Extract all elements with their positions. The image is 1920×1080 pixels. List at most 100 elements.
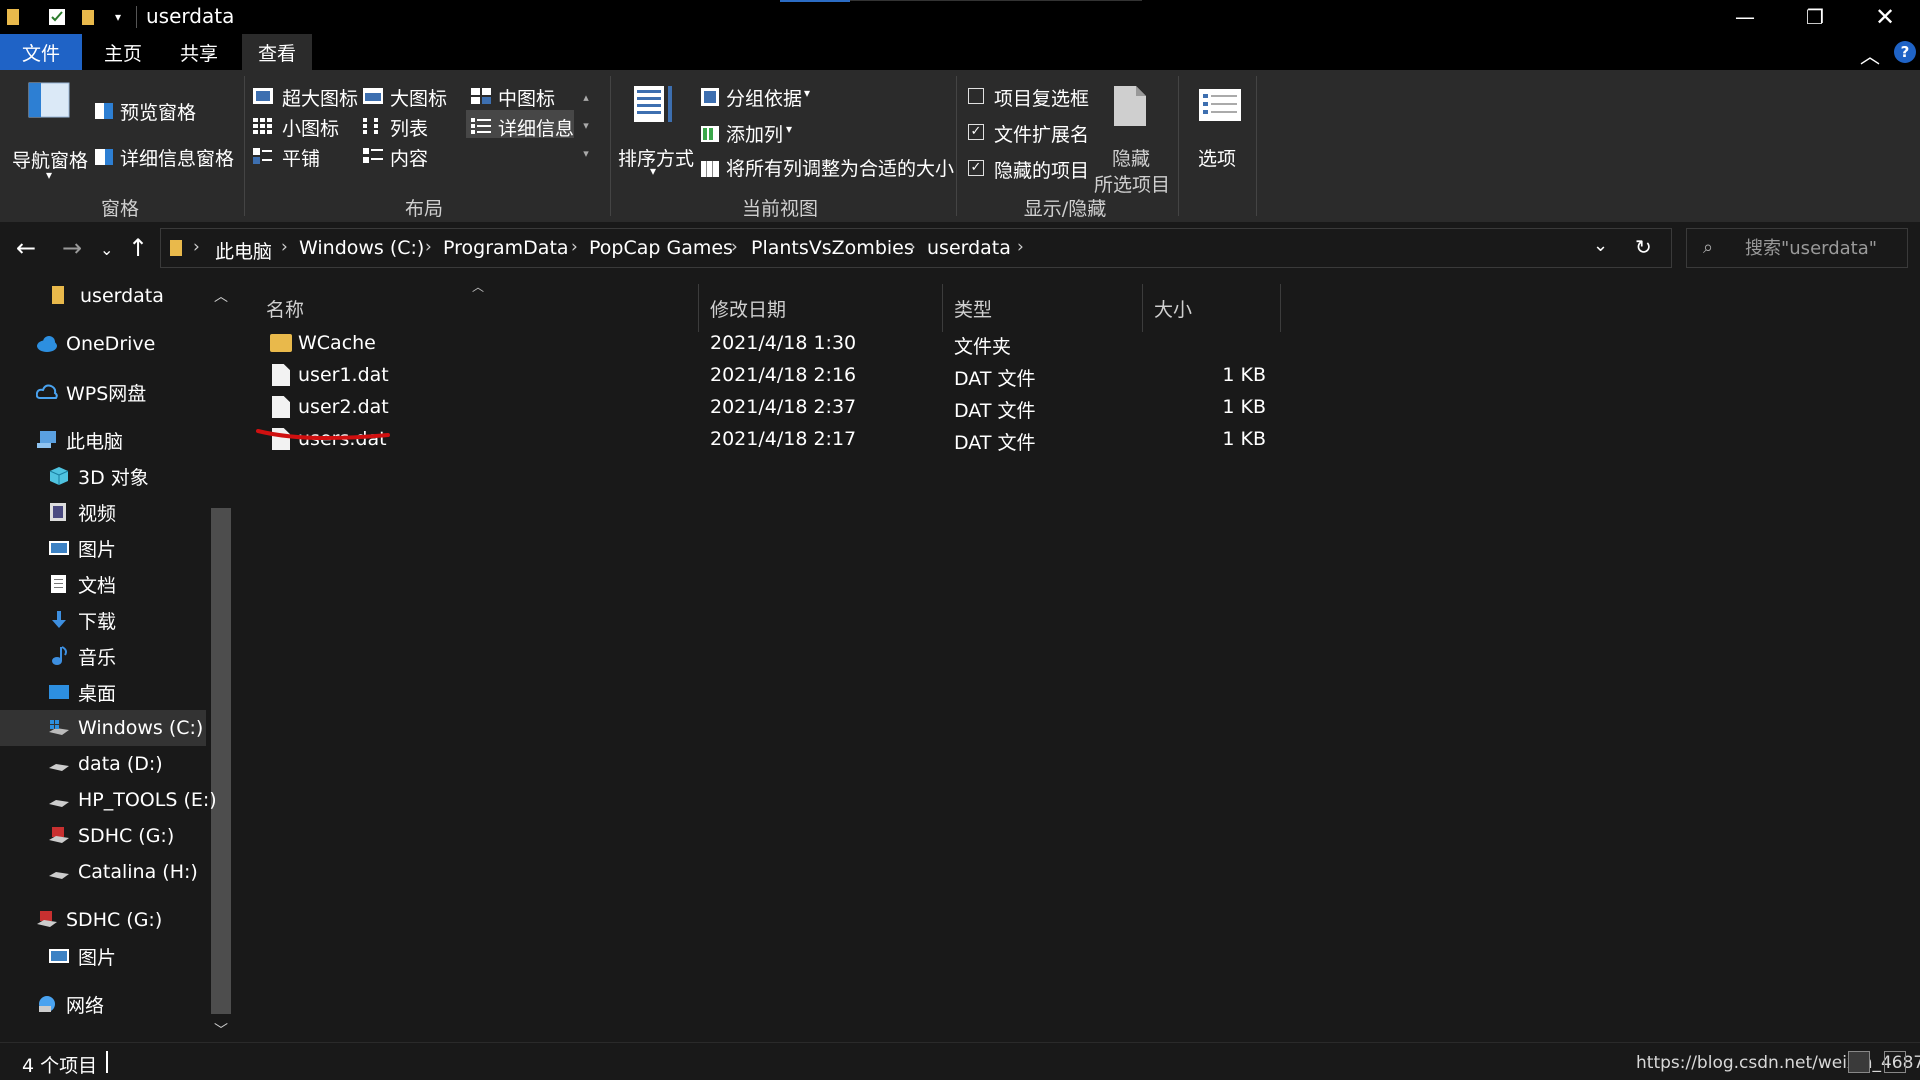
search-input[interactable] (1745, 235, 1895, 261)
sidebar-scroll-thumb[interactable] (211, 508, 231, 1014)
file-extensions-checkbox[interactable]: ✓ (968, 124, 984, 140)
sidebar-item-onedrive[interactable]: OneDrive (36, 326, 155, 362)
size-columns-button[interactable]: 将所有列调整为合适的大小 (700, 154, 954, 182)
sidebar-item-pictures[interactable]: 图片 (48, 530, 116, 566)
sidebar-item-music[interactable]: 音乐 (48, 638, 116, 674)
size-columns-label: 将所有列调整为合适的大小 (726, 158, 955, 180)
preview-pane-button[interactable]: 预览窗格 (94, 98, 234, 126)
small-icons-icon (253, 118, 272, 134)
sidebar-item-network[interactable]: 网络 (36, 986, 104, 1022)
sidebar-item-wps[interactable]: WPS网盘 (35, 374, 146, 410)
column-header-type[interactable]: 类型 (942, 290, 1142, 326)
sort-by-button[interactable]: 排序方式 ▾ (616, 82, 696, 182)
customize-quick-access-icon[interactable]: ▾ (108, 6, 128, 28)
help-icon[interactable]: ? (1894, 41, 1916, 63)
item-checkboxes-checkbox[interactable] (968, 88, 984, 104)
sidebar-item-sdhc-g[interactable]: SDHC (G:) (48, 818, 174, 854)
current-view-group-label: 当前视图 (741, 198, 818, 220)
hide-selected-button[interactable]: 隐藏 所选项目 (1092, 82, 1172, 196)
sidebar-item-userdata[interactable]: userdata (50, 278, 164, 314)
folder-icon (270, 334, 292, 352)
forward-icon[interactable]: → (62, 234, 82, 262)
layout-tiles[interactable]: 平铺 (252, 144, 342, 170)
sidebar-item-desktop[interactable]: 桌面 (48, 674, 116, 710)
scroll-up-icon[interactable]: ︿ (214, 286, 228, 306)
file-extensions-toggle[interactable]: ✓ 文件扩展名 (966, 120, 1096, 148)
sidebar-item-this-pc[interactable]: 此电脑 (36, 422, 123, 458)
back-icon[interactable]: ← (16, 234, 36, 262)
close-button[interactable]: ✕ (1850, 0, 1920, 34)
red-underline-annotation (256, 429, 390, 440)
hidden-items-checkbox[interactable]: ✓ (968, 160, 984, 176)
search-box[interactable]: ⌕ (1686, 228, 1908, 268)
restore-button[interactable]: ❐ (1780, 0, 1850, 34)
layout-extra-large[interactable]: 超大图标 (252, 84, 358, 110)
options-button[interactable]: 选项 (1186, 82, 1256, 182)
sidebar-item-documents[interactable]: 文档 (48, 566, 116, 602)
sidebar-item-data-d[interactable]: data (D:) (48, 746, 163, 782)
drive-icon (48, 862, 70, 882)
sidebar-item-sdhc-g-2[interactable]: SDHC (G:) (36, 902, 162, 938)
sidebar-item-catalina-h[interactable]: Catalina (H:) (48, 854, 198, 890)
column-header-date[interactable]: 修改日期 (698, 290, 942, 326)
column-header-size[interactable]: 大小 (1142, 290, 1252, 326)
new-folder-icon[interactable] (78, 6, 100, 28)
sidebar-item-pictures-2[interactable]: 图片 (48, 938, 116, 974)
layout-medium[interactable]: 中图标 (470, 84, 560, 110)
details-pane-button[interactable]: 详细信息窗格 (94, 144, 244, 172)
item-checkboxes-toggle[interactable]: 项目复选框 (966, 84, 1096, 112)
sidebar-item-3d-objects[interactable]: 3D 对象 (48, 458, 149, 494)
tab-home[interactable]: 主页 (90, 34, 156, 70)
layout-small[interactable]: 小图标 (252, 114, 352, 140)
layout-scroll[interactable]: ▴ ▾ ▾ (578, 84, 594, 174)
scroll-down-icon[interactable]: ﹀ (214, 1020, 228, 1040)
tab-view[interactable]: 查看 (242, 34, 312, 70)
ribbon: 导航窗格 ▾ 预览窗格 详细信息窗格 窗格 超大图标 大图标 中图标 小图标 列… (0, 70, 1920, 222)
details-view-icon[interactable] (1848, 1051, 1870, 1073)
column-divider[interactable] (1280, 284, 1281, 332)
breadcrumb-windows-c[interactable]: Windows (C:) (299, 237, 424, 259)
sidebar-item-downloads[interactable]: 下载 (48, 602, 116, 638)
file-type: DAT 文件 (954, 368, 1036, 390)
layout-list[interactable]: 列表 (362, 114, 452, 140)
table-row[interactable]: user2.dat 2021/4/18 2:37 DAT 文件 1 KB (262, 392, 1282, 424)
layout-details[interactable]: 详细信息 (470, 114, 574, 140)
sidebar-item-label: 网络 (66, 994, 105, 1017)
folder-icon (170, 240, 182, 256)
breadcrumb-programdata[interactable]: ProgramData (443, 237, 569, 259)
group-by-label: 分组依据 (726, 88, 803, 110)
address-history-icon[interactable]: ⌄ (1593, 235, 1608, 256)
tab-file[interactable]: 文件 (0, 34, 82, 70)
sidebar-item-videos[interactable]: 视频 (48, 494, 116, 530)
large-icons-view-icon[interactable] (1884, 1051, 1906, 1073)
table-row[interactable]: user1.dat 2021/4/18 2:16 DAT 文件 1 KB (262, 360, 1282, 392)
properties-icon[interactable] (46, 6, 68, 28)
recent-locations-icon[interactable]: ⌄ (100, 240, 113, 259)
add-columns-button[interactable]: 添加列 ▾ (700, 120, 820, 148)
hidden-items-toggle[interactable]: ✓ 隐藏的项目 (966, 156, 1096, 184)
content-icon (363, 148, 383, 163)
breadcrumb-plantsvszombies[interactable]: PlantsVsZombies (751, 237, 914, 259)
group-by-button[interactable]: 分组依据 ▾ (700, 84, 820, 112)
cloud-outline-icon (35, 382, 58, 402)
table-row[interactable]: WCache 2021/4/18 1:30 文件夹 (262, 328, 1282, 360)
breadcrumb-userdata[interactable]: userdata (927, 237, 1011, 259)
sidebar-item-label: 视频 (78, 502, 117, 525)
layout-content[interactable]: 内容 (362, 144, 452, 170)
file-extensions-label: 文件扩展名 (994, 124, 1090, 146)
sidebar-item-hp-tools-e[interactable]: HP_TOOLS (E:) (48, 782, 217, 818)
column-header-name[interactable]: 名称 (236, 290, 698, 326)
collapse-ribbon-icon[interactable]: ︿ (1860, 40, 1880, 69)
layout-large[interactable]: 大图标 (362, 84, 452, 110)
picture-icon (48, 946, 70, 966)
sidebar-item-windows-c[interactable]: Windows (C:) (48, 710, 203, 746)
tab-share[interactable]: 共享 (166, 34, 232, 70)
table-row[interactable]: users.dat 2021/4/18 2:17 DAT 文件 1 KB (262, 424, 1282, 456)
address-bar[interactable]: › 此电脑 › Windows (C:) › ProgramData › Pop… (160, 228, 1672, 268)
nav-pane-button[interactable]: 导航窗格 ▾ (8, 82, 88, 182)
minimize-button[interactable]: — (1710, 0, 1780, 34)
up-icon[interactable]: ↑ (128, 234, 148, 262)
breadcrumb-this-pc[interactable]: 此电脑 (215, 237, 272, 264)
breadcrumb-popcap-games[interactable]: PopCap Games (589, 237, 733, 259)
refresh-icon[interactable]: ↻ (1635, 235, 1652, 259)
